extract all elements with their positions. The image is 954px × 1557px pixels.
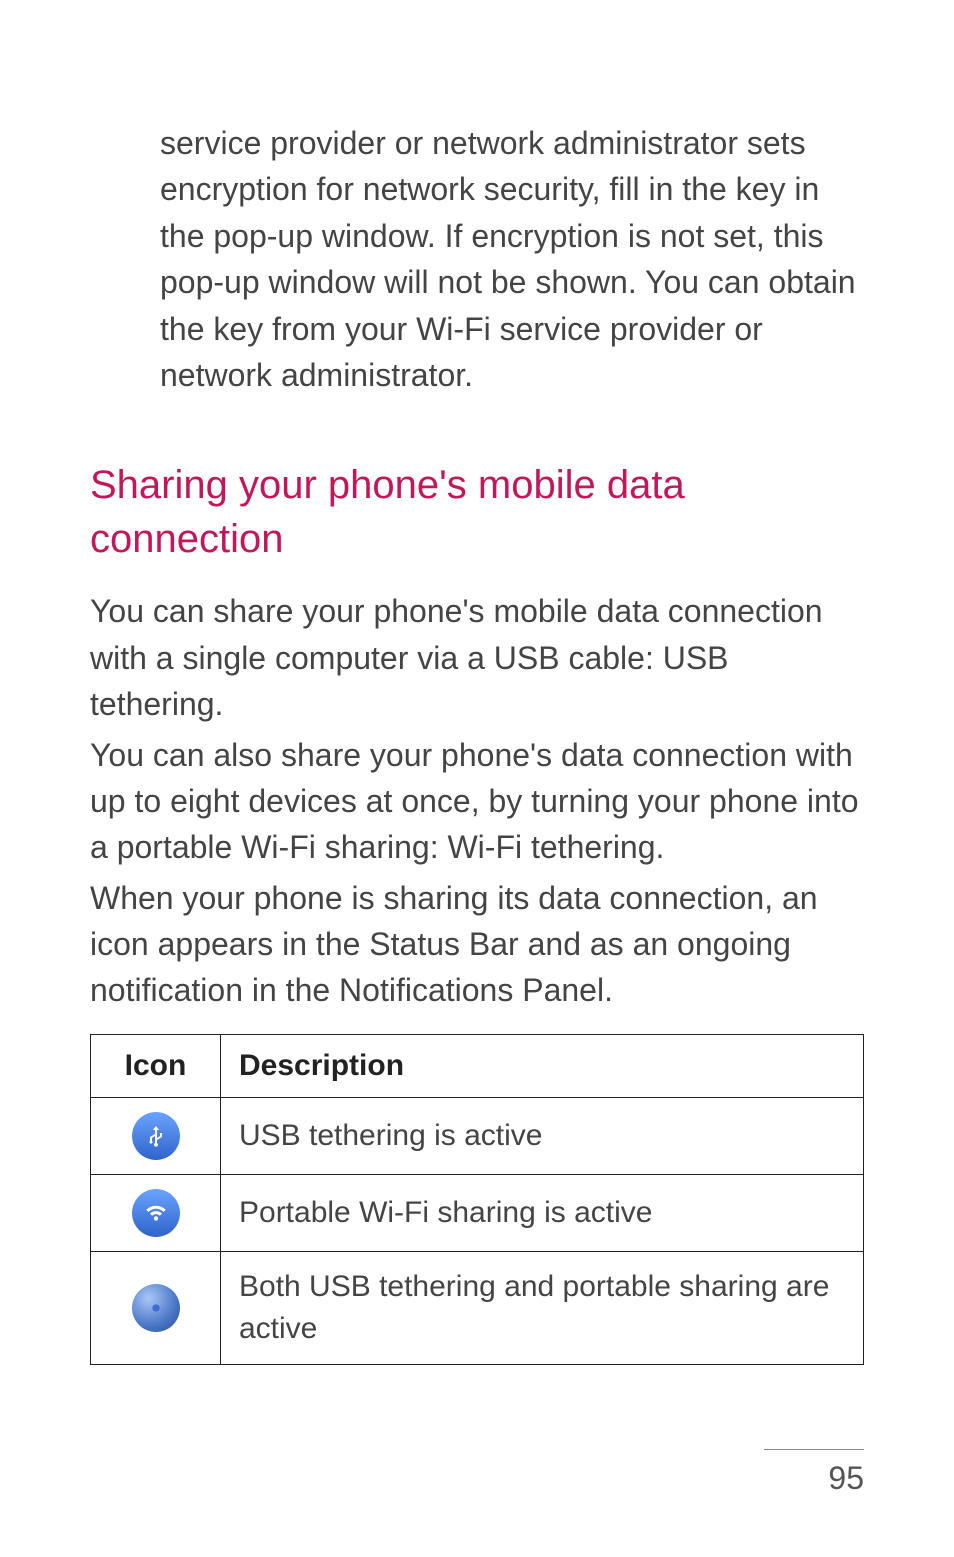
icon-cell	[91, 1174, 221, 1251]
manual-page: service provider or network administrato…	[0, 0, 954, 1445]
page-number: 95	[764, 1449, 864, 1497]
icon-cell	[91, 1097, 221, 1174]
table-row: Portable Wi-Fi sharing is active	[91, 1174, 864, 1251]
both-active-icon	[132, 1284, 180, 1332]
table-header-icon: Icon	[91, 1034, 221, 1097]
wifi-glyph-icon	[143, 1200, 169, 1226]
icon-description-table: Icon Description USB tethering is active	[90, 1034, 864, 1365]
icon-cell	[91, 1251, 221, 1364]
body-paragraph-1: You can share your phone's mobile data c…	[90, 588, 864, 727]
description-cell: Portable Wi-Fi sharing is active	[221, 1174, 864, 1251]
section-heading: Sharing your phone's mobile data connect…	[90, 458, 864, 566]
target-glyph-icon	[145, 1297, 167, 1319]
body-paragraph-2: You can also share your phone's data con…	[90, 732, 864, 871]
description-cell: Both USB tethering and portable sharing …	[221, 1251, 864, 1364]
table-header-description: Description	[221, 1034, 864, 1097]
table-row: Both USB tethering and portable sharing …	[91, 1251, 864, 1364]
usb-glyph-icon	[144, 1124, 168, 1148]
body-paragraph-3: When your phone is sharing its data conn…	[90, 875, 864, 1014]
description-cell: USB tethering is active	[221, 1097, 864, 1174]
table-row: USB tethering is active	[91, 1097, 864, 1174]
wifi-share-icon	[132, 1189, 180, 1237]
table-header-row: Icon Description	[91, 1034, 864, 1097]
continuation-paragraph: service provider or network administrato…	[90, 120, 864, 398]
usb-tether-icon	[132, 1112, 180, 1160]
